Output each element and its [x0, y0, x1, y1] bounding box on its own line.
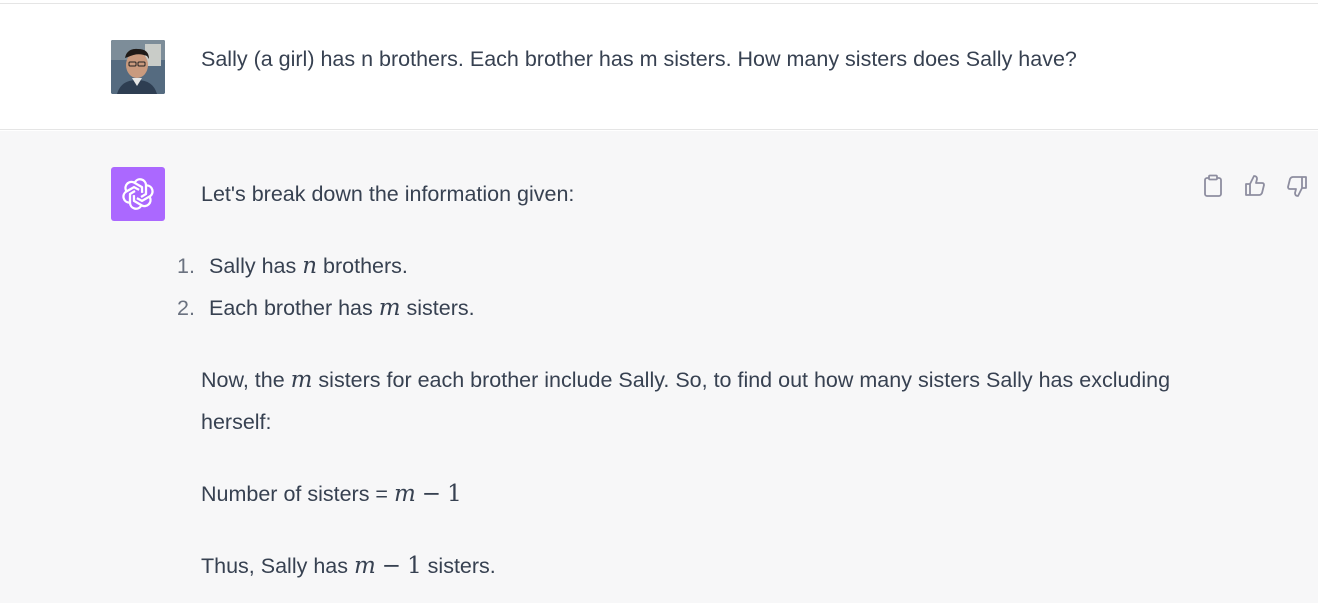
- math-variable: m: [393, 481, 416, 507]
- openai-logo-icon: [122, 178, 154, 210]
- list-number: 1.: [177, 254, 195, 278]
- list-number: 2.: [177, 296, 195, 320]
- conclusion-line: Thus, Sally has m −1 sisters.: [201, 545, 496, 587]
- answer-intro: Let's break down the information given:: [201, 182, 575, 206]
- math-variable: m: [290, 367, 313, 393]
- thumbs-up-icon: [1245, 175, 1265, 196]
- assistant-message-row: Let's break down the information given: …: [0, 131, 1318, 603]
- thumbs-up-button[interactable]: [1238, 173, 1272, 199]
- list-text-pre: Sally has: [209, 254, 303, 278]
- formula-line: Number of sisters = m −1: [201, 473, 462, 515]
- list-text-post: sisters.: [400, 296, 475, 320]
- conclusion-text-pre: Thus, Sally has: [201, 554, 354, 578]
- formula-label: Number of sisters =: [201, 482, 394, 506]
- thumbs-down-button[interactable]: [1280, 173, 1314, 199]
- math-variable: m: [378, 295, 401, 321]
- math-operator: −: [381, 553, 402, 579]
- paragraph-text-post: sisters for each brother include Sally. …: [201, 368, 1171, 434]
- math-operator: −: [421, 481, 442, 507]
- list-text-pre: Each brother has: [209, 296, 379, 320]
- assistant-avatar: [111, 167, 165, 221]
- user-photo-avatar: [111, 40, 165, 94]
- conclusion-text-post: sisters.: [421, 554, 496, 578]
- answer-paragraph: Now, the m sisters for each brother incl…: [201, 359, 1181, 443]
- math-variable: n: [302, 253, 318, 279]
- list-item: 1. Sally has n brothers.: [177, 245, 475, 287]
- list-text-post: brothers.: [317, 254, 408, 278]
- math-variable: m: [353, 553, 376, 579]
- user-message-row: Sally (a girl) has n brothers. Each brot…: [0, 4, 1318, 130]
- message-actions: [1196, 173, 1314, 199]
- user-message-text: Sally (a girl) has n brothers. Each brot…: [201, 47, 1077, 71]
- copy-icon: [1204, 174, 1222, 197]
- paragraph-text-pre: Now, the: [201, 368, 291, 392]
- math-number: 1: [407, 553, 422, 579]
- list-item: 2. Each brother has m sisters.: [177, 287, 475, 329]
- user-avatar: [111, 40, 165, 94]
- thumbs-down-icon: [1287, 176, 1307, 197]
- copy-button[interactable]: [1196, 173, 1230, 199]
- answer-list: 1. Sally has n brothers. 2. Each brother h…: [177, 245, 475, 329]
- math-number: 1: [447, 481, 462, 507]
